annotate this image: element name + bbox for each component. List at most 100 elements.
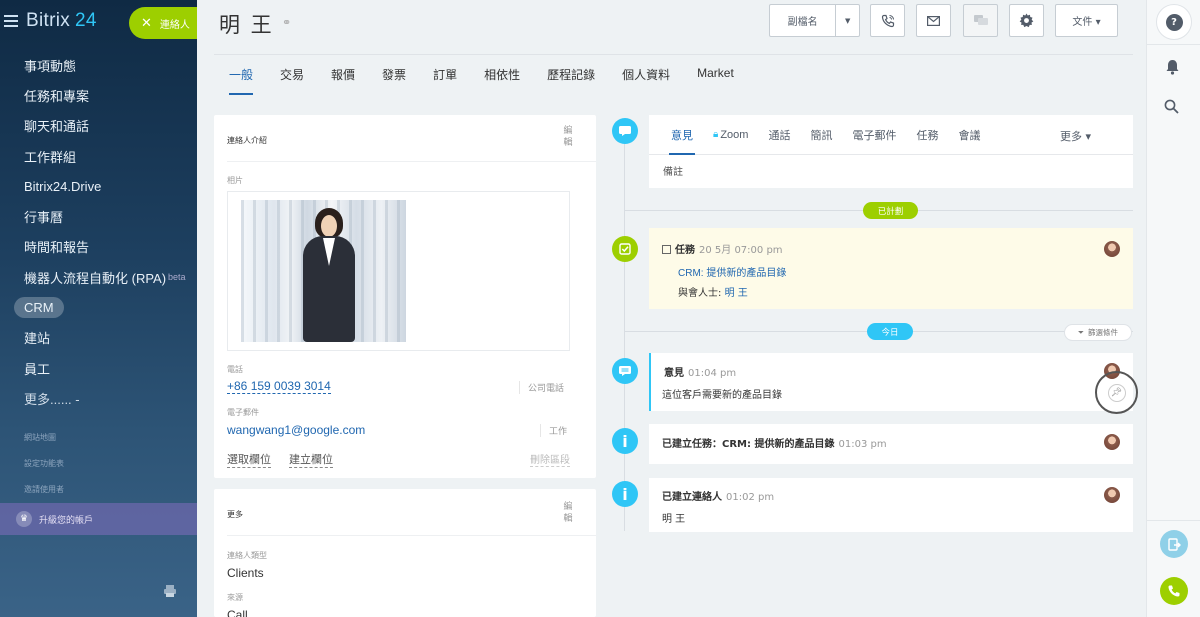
task-check-icon — [612, 236, 638, 262]
delete-section-link[interactable]: 刪除區段 — [530, 451, 570, 467]
tab-market[interactable]: Market — [697, 66, 734, 95]
avatar[interactable] — [1104, 487, 1120, 503]
comment-text: 這位客戶需要新的產品目錄 — [662, 390, 782, 401]
sidebar-item-label: 員工 — [24, 361, 51, 377]
task-header: 任務 20 5月 07:00 pm — [662, 241, 783, 256]
sidebar-item-chat[interactable]: 聊天和通話 — [0, 111, 197, 141]
logo[interactable]: Bitrix 24 — [0, 7, 97, 35]
search-icon[interactable] — [1164, 99, 1179, 114]
hamburger-menu-icon[interactable] — [4, 15, 18, 27]
editor-tab-meeting[interactable]: 會議 — [958, 115, 980, 155]
editor-tab-sms[interactable]: 簡訊 — [810, 115, 832, 155]
created-contact-item[interactable]: 已建立連絡人 01:02 pm 明 王 — [649, 478, 1133, 532]
edit-link[interactable]: 編輯 — [562, 125, 574, 149]
close-icon[interactable]: ✕ — [141, 16, 152, 31]
comment-item[interactable]: 意見 01:04 pm 這位客戶需要新的產品目錄 — [649, 353, 1133, 411]
created-contact-name[interactable]: 明 王 — [662, 510, 685, 525]
contact-button[interactable]: ✕ 連絡人 — [129, 7, 197, 39]
phone-icon — [881, 14, 894, 27]
sitemap-link[interactable]: 網站地圖 — [24, 428, 64, 454]
entity-tabs: 一般 交易 報價 發票 訂單 相依性 歷程記錄 個人資料 Market — [229, 66, 761, 95]
email-value[interactable]: wangwang1@google.com — [227, 423, 365, 437]
editor-tab-email[interactable]: 電子郵件 — [852, 115, 896, 155]
tab-invoices[interactable]: 發票 — [382, 66, 406, 95]
sidebar-item-drive[interactable]: Bitrix24.Drive — [0, 171, 197, 201]
pin-button[interactable]: 📌︎ — [1095, 371, 1138, 414]
sidebar-item-sites[interactable]: 建站 — [0, 323, 197, 353]
select-field-link[interactable]: 選取欄位 — [227, 451, 271, 468]
sidebar-item-workgroups[interactable]: 工作群組 — [0, 141, 197, 171]
tab-orders[interactable]: 訂單 — [433, 66, 457, 95]
email-button[interactable] — [916, 4, 951, 37]
document-open-icon[interactable] — [1160, 530, 1188, 558]
extension-button[interactable]: 副檔名 ▼ — [769, 4, 860, 37]
editor-tab-task[interactable]: 任務 — [916, 115, 938, 155]
photo-frame[interactable] — [227, 191, 570, 351]
sidebar-item-tasks[interactable]: 任務和專案 — [0, 80, 197, 110]
chat-button[interactable] — [963, 4, 998, 37]
more-info-card: 更多 編輯 連絡人類型 Clients 來源 Call — [214, 489, 596, 617]
sidebar-item-feed[interactable]: 事項動態 — [0, 50, 197, 80]
sidebar-item-crm[interactable]: CRM — [0, 292, 197, 322]
phone-icon[interactable] — [1160, 577, 1188, 605]
link-icon[interactable]: ⚭ — [282, 16, 291, 29]
contact-button-label: 連絡人 — [159, 19, 190, 31]
avatar[interactable] — [1104, 434, 1120, 450]
editor-tab-label: Zoom — [720, 128, 749, 141]
task-participants: 與會人士: 明 王 — [678, 284, 748, 299]
tab-profile[interactable]: 個人資料 — [622, 66, 670, 95]
editor-tab-call[interactable]: 通話 — [768, 115, 790, 155]
planned-task-item[interactable]: 任務 20 5月 07:00 pm CRM: 提供新的產品目錄 與會人士: 明 王 — [649, 228, 1133, 309]
sidebar-item-rpa[interactable]: 機器人流程自動化 (RPA) beta — [0, 262, 197, 292]
tab-general[interactable]: 一般 — [229, 66, 254, 95]
editor-tab-more[interactable]: 更多 ▾ — [1060, 128, 1091, 144]
comment-type: 意見 — [664, 368, 684, 379]
sidebar-item-calendar[interactable]: 行事曆 — [0, 201, 197, 231]
call-button[interactable] — [870, 4, 905, 37]
created-task-item[interactable]: 已建立任務：CRM: 提供新的產品目錄 01:03 pm — [649, 424, 1133, 464]
tab-dependencies[interactable]: 相依性 — [484, 66, 520, 95]
filter-icon: ⏷ — [1078, 327, 1084, 337]
lock-icon: 🔒︎ — [713, 129, 719, 140]
card-divider — [227, 161, 596, 162]
bell-icon[interactable] — [1165, 59, 1180, 75]
printer-icon[interactable] — [163, 584, 177, 598]
participants-label: 與會人士: — [678, 288, 722, 299]
configure-menu-link[interactable]: 設定功能表 — [24, 454, 64, 480]
filter-button[interactable]: ⏷ 篩選條件 — [1064, 324, 1132, 341]
phone-label: 電話 — [227, 365, 243, 374]
help-button[interactable]: ? — [1156, 4, 1192, 40]
avatar[interactable] — [1104, 241, 1120, 257]
sidebar-item-label: 行事曆 — [24, 210, 64, 226]
left-sidebar: Bitrix 24 ✕ 連絡人 事項動態 任務和專案 聊天和通話 工作群組 Bi… — [0, 0, 197, 617]
comment-header: 意見 01:04 pm — [664, 364, 736, 379]
sidebar-item-time-reports[interactable]: 時間和報告 — [0, 232, 197, 262]
tab-deals[interactable]: 交易 — [280, 66, 304, 95]
chevron-down-icon[interactable]: ▼ — [835, 5, 859, 36]
field-actions: 選取欄位 建立欄位 — [227, 451, 333, 468]
upgrade-account-button[interactable]: ♛ 升級您的帳戶 — [0, 503, 197, 535]
documents-button[interactable]: 文件 ▾ — [1055, 4, 1118, 37]
tab-history[interactable]: 歷程記錄 — [547, 66, 595, 95]
phone-value[interactable]: +86 159 0039 3014 — [227, 379, 331, 394]
tab-quotes[interactable]: 報價 — [331, 66, 355, 95]
chat-bubbles-icon — [973, 14, 988, 25]
sidebar-item-label: Bitrix24.Drive — [24, 178, 102, 194]
sidebar-item-label: 時間和報告 — [24, 240, 90, 256]
editor-tab-comment[interactable]: 意見 — [669, 115, 695, 155]
create-field-link[interactable]: 建立欄位 — [289, 451, 333, 468]
task-time: 20 5月 07:00 pm — [699, 245, 783, 256]
comment-input[interactable]: 備註 — [663, 163, 683, 178]
comment-time: 01:04 pm — [688, 368, 737, 379]
participant-link[interactable]: 明 王 — [725, 288, 748, 299]
question-icon: ? — [1165, 13, 1183, 31]
editor-tab-zoom[interactable]: 🔒︎ Zoom — [713, 115, 748, 155]
sidebar-menu: 事項動態 任務和專案 聊天和通話 工作群組 Bitrix24.Drive 行事曆… — [0, 50, 197, 414]
task-checkbox[interactable] — [662, 245, 671, 254]
sidebar-item-employees[interactable]: 員工 — [0, 353, 197, 383]
edit-link[interactable]: 編輯 — [562, 501, 574, 525]
task-link[interactable]: CRM: 提供新的產品目錄 — [678, 264, 786, 279]
photo-label: 相片 — [227, 176, 243, 185]
sidebar-item-more[interactable]: 更多...... - — [0, 383, 197, 413]
settings-button[interactable] — [1009, 4, 1044, 37]
